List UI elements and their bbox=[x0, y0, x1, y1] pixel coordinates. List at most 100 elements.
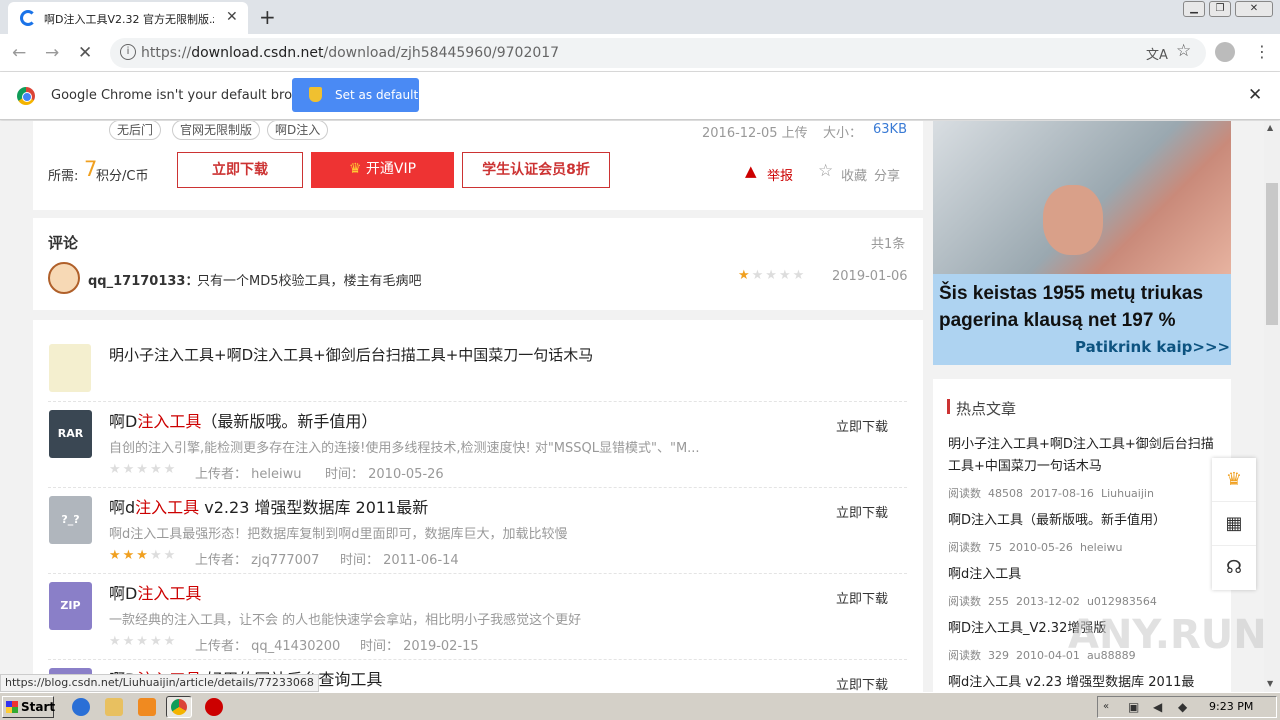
new-tab-button[interactable]: + bbox=[259, 5, 276, 29]
stop-sign-icon[interactable] bbox=[205, 698, 223, 716]
toolbar: ← → ✕ i https://download.csdn.net/downlo… bbox=[0, 34, 1280, 72]
tag[interactable]: 无后门 bbox=[109, 121, 162, 140]
folder-icon[interactable] bbox=[105, 698, 123, 716]
ie-icon[interactable] bbox=[72, 698, 90, 716]
url-host: download.csdn.net bbox=[191, 45, 324, 61]
related-header-title[interactable]: 明小子注入工具+啊D注入工具+御剑后台扫描工具+中国菜刀一句话木马 bbox=[109, 344, 593, 365]
divider bbox=[48, 401, 907, 402]
scroll-down-icon[interactable]: ▼ bbox=[1267, 679, 1273, 688]
start-button[interactable]: Start bbox=[2, 696, 56, 718]
avatar[interactable] bbox=[48, 262, 80, 294]
tab-strip: 啊D注入工具V2.32 官方无限制版.zip ✕ + ▁ ❐ ✕ bbox=[0, 0, 1280, 34]
set-as-default-button[interactable]: Set as default bbox=[292, 78, 419, 112]
list-item-title[interactable]: 啊D注入工具 bbox=[109, 580, 201, 604]
tray-arrow-icon[interactable]: « bbox=[1103, 701, 1109, 712]
divider bbox=[48, 487, 907, 488]
list-item-title[interactable]: 啊d注入工具 v2.23 增强型数据库 2011最新 bbox=[109, 494, 428, 518]
clock: 9:23 PM bbox=[1209, 700, 1254, 713]
list-item-time: 时间： 2019-02-15 bbox=[360, 639, 479, 654]
collect-link[interactable]: 收藏 bbox=[841, 165, 867, 184]
close-window-button[interactable]: ✕ bbox=[1235, 1, 1273, 17]
report-link[interactable]: 举报 bbox=[767, 165, 793, 184]
start-label: Start bbox=[21, 700, 56, 714]
volume-icon[interactable]: ◀ bbox=[1153, 700, 1162, 714]
vertical-scrollbar[interactable]: ▲ ▼ bbox=[1264, 121, 1280, 692]
cost-label: 所需: bbox=[48, 169, 79, 184]
tag[interactable]: 啊D注入 bbox=[267, 121, 329, 140]
vip-label: 开通VIP bbox=[365, 161, 417, 177]
back-button[interactable]: ← bbox=[12, 43, 26, 63]
rar-file-icon: RAR bbox=[49, 410, 92, 458]
scrollbar-thumb[interactable] bbox=[1266, 183, 1278, 325]
comment-rating: ★★★★★ bbox=[738, 268, 807, 283]
info-icon[interactable]: i bbox=[120, 44, 136, 60]
forward-button[interactable]: → bbox=[45, 43, 59, 63]
list-item-download[interactable]: 立即下载 bbox=[836, 416, 888, 435]
comment-user[interactable]: qq_17170133： bbox=[88, 270, 198, 289]
comment-date: 2019-01-06 bbox=[832, 269, 908, 284]
list-item-desc: 自创的注入引擎,能检测更多存在注入的连接!使用多线程技术,检测速度快! 对"MS… bbox=[109, 441, 700, 456]
profile-avatar-icon[interactable] bbox=[1215, 42, 1235, 62]
security-icon[interactable]: ◆ bbox=[1178, 700, 1187, 714]
ad-headline: Šis keistas 1955 metų triukas pagerina k… bbox=[939, 283, 1204, 331]
active-tab[interactable]: 啊D注入工具V2.32 官方无限制版.zip ✕ bbox=[8, 2, 248, 34]
student-discount-button[interactable]: 学生认证会员8折 bbox=[462, 152, 610, 188]
comments-count: 共1条 bbox=[871, 237, 906, 252]
hot-article-title[interactable]: 啊d注入工具 bbox=[948, 564, 1223, 586]
vip-button[interactable]: ♛ 开通VIP bbox=[311, 152, 454, 188]
page-viewport: 无后门 官网无限制版 啊D注入 2016-12-05 上传 大小： 63KB 所… bbox=[0, 121, 1264, 692]
url-text[interactable]: https://download.csdn.net/download/zjh58… bbox=[141, 45, 559, 61]
media-player-icon[interactable] bbox=[138, 698, 156, 716]
comments-title: 评论 bbox=[48, 234, 79, 252]
chrome-taskbar-button[interactable] bbox=[166, 696, 192, 718]
title-accent-bar bbox=[947, 399, 950, 414]
hot-articles-title: 热点文章 bbox=[956, 400, 1017, 418]
divider bbox=[48, 659, 907, 660]
hot-article-title[interactable]: 啊d注入工具 v2.23 增强型数据库 2011最 bbox=[948, 672, 1223, 692]
list-item-download[interactable]: 立即下载 bbox=[836, 588, 888, 607]
scroll-up-icon[interactable]: ▲ bbox=[1267, 123, 1273, 132]
file-size: 63KB bbox=[873, 122, 907, 137]
share-link[interactable]: 分享 bbox=[874, 165, 900, 184]
stop-button[interactable]: ✕ bbox=[78, 43, 92, 63]
download-button[interactable]: 立即下载 bbox=[177, 152, 303, 188]
chrome-icon bbox=[171, 699, 187, 715]
floating-toolbar: ♛ ▦ ☊ bbox=[1212, 458, 1256, 590]
zip-file-icon: ZIP bbox=[49, 582, 92, 630]
list-item-rating: ★★★★★ bbox=[109, 462, 178, 477]
restore-button[interactable]: ❐ bbox=[1209, 1, 1231, 17]
system-tray: « ▣ ◀ ◆ 9:23 PM bbox=[1097, 696, 1277, 718]
comments-card: 评论 共1条 qq_17170133： 只有一个MD5校验工具，楼主有毛病吧 ★… bbox=[33, 218, 923, 310]
list-item-rating: ★★★★★ bbox=[109, 548, 178, 563]
hot-article-meta: 阅读数 75 2010-05-26 heleiwu bbox=[948, 541, 1123, 554]
list-item-time: 时间： 2010-05-26 bbox=[325, 467, 444, 482]
qr-code-icon[interactable]: ▦ bbox=[1212, 502, 1256, 546]
network-icon[interactable]: ▣ bbox=[1128, 700, 1139, 714]
menu-kebab-icon[interactable]: ⋮ bbox=[1254, 42, 1270, 61]
list-item-title[interactable]: 啊D注入工具（最新版哦。新手值用） bbox=[109, 408, 377, 432]
translate-icon[interactable]: 文A bbox=[1146, 44, 1168, 63]
star-outline-icon: ☆ bbox=[818, 161, 834, 181]
tag[interactable]: 官网无限制版 bbox=[172, 121, 261, 140]
bookmark-star-icon[interactable]: ☆ bbox=[1176, 41, 1191, 61]
customer-service-icon[interactable]: ☊ bbox=[1212, 546, 1256, 590]
ad-image-ear bbox=[1043, 185, 1103, 255]
infobar-close-icon[interactable]: ✕ bbox=[1248, 85, 1262, 105]
hot-article-title[interactable]: 明小子注入工具+啊D注入工具+御剑后台扫描工具+中国菜刀一句话木马 bbox=[948, 434, 1223, 478]
list-item-rating: ★★★★★ bbox=[109, 634, 178, 649]
resource-card: 无后门 官网无限制版 啊D注入 2016-12-05 上传 大小： 63KB 所… bbox=[33, 121, 923, 210]
loading-icon bbox=[20, 10, 36, 26]
divider bbox=[48, 573, 907, 574]
minimize-button[interactable]: ▁ bbox=[1183, 1, 1205, 17]
shield-icon bbox=[309, 87, 322, 102]
list-item-download[interactable]: 立即下载 bbox=[836, 502, 888, 521]
ad-link[interactable]: Patikrink kaip>>> bbox=[1075, 338, 1230, 356]
tab-close-icon[interactable]: ✕ bbox=[226, 9, 238, 25]
size-label: 大小： bbox=[823, 126, 863, 141]
address-bar[interactable]: i https://download.csdn.net/download/zjh… bbox=[110, 38, 1206, 68]
vip-crown-icon[interactable]: ♛ bbox=[1212, 458, 1256, 502]
hot-article-title[interactable]: 啊D注入工具（最新版哦。新手值用） bbox=[948, 510, 1223, 532]
list-item-download[interactable]: 立即下载 bbox=[836, 674, 888, 692]
windows-flag-icon bbox=[6, 701, 18, 713]
ad-banner[interactable]: Šis keistas 1955 metų triukas pagerina k… bbox=[933, 121, 1231, 365]
